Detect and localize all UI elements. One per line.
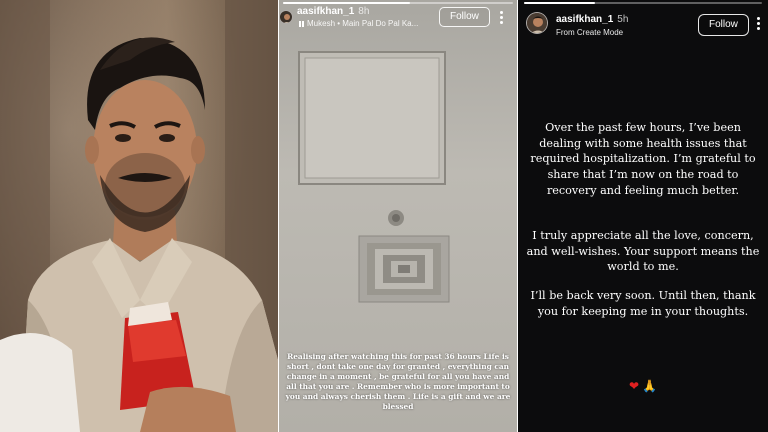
story-username[interactable]: aasifkhan_1 5h [556,14,628,25]
more-options-icon[interactable] [756,16,760,32]
story-timestamp: 8h [358,6,370,17]
music-line[interactable]: Mukesh • Main Pal Do Pal Ka... [299,19,418,28]
username-text[interactable]: aasifkhan_1 [297,6,354,17]
story-ceiling[interactable]: aasifkhan_1 8h Mukesh • Main Pal Do Pal K… [279,0,517,432]
message-paragraph: I’ll be back very soon. Until then, than… [530,289,756,318]
music-track-label: Mukesh • Main Pal Do Pal Ka... [307,19,419,28]
follow-button[interactable]: Follow [698,14,749,36]
portrait-photo [0,0,278,432]
more-options-icon[interactable] [499,10,503,26]
folded-hands-icon: 🙏 [642,379,657,393]
emoji-line: ❤ 🙏 [518,379,768,393]
story-source: From Create Mode [556,28,624,37]
message-paragraph: I truly appreciate all the love, concern… [526,229,760,274]
story-progress-fill [524,2,596,4]
music-icon [299,21,304,27]
person-illustration [0,0,278,432]
message-paragraph: Over the past few hours, I’ve been deali… [530,121,756,197]
avatar[interactable] [279,10,293,24]
heart-icon: ❤ [628,379,640,393]
story-timestamp: 5h [617,14,629,25]
follow-button[interactable]: Follow [439,7,490,27]
story-progress-bar [524,2,762,4]
avatar[interactable] [526,12,548,34]
story-text-card[interactable]: aasifkhan_1 5h From Create Mode Follow Ov… [518,0,768,432]
username-text[interactable]: aasifkhan_1 [556,14,613,25]
story-username[interactable]: aasifkhan_1 8h [297,6,369,17]
story-caption: Realising after watching this for past 3… [285,352,511,411]
